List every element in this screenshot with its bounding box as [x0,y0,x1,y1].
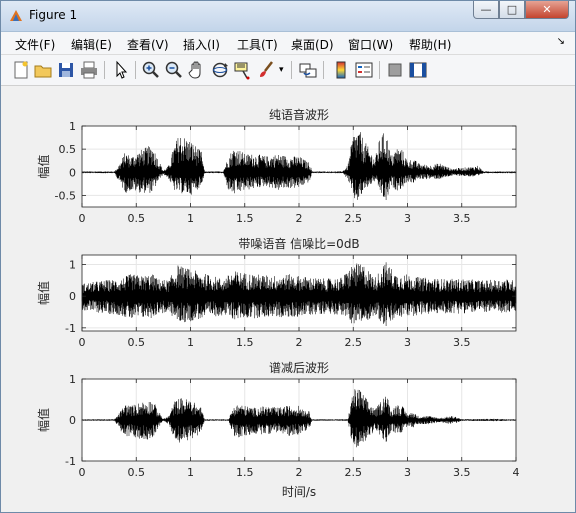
maximize-icon: □ [506,3,518,16]
y-tick-label: -1 [65,322,76,335]
menu-desktop[interactable]: 桌面(D) [291,36,334,53]
y-axis-label: 幅值 [36,281,51,305]
legend-icon[interactable] [354,60,374,80]
y-tick-label: 1 [69,259,76,272]
x-tick-label: 1 [187,212,194,225]
figure-toolbar: ▾ [1,55,575,86]
matlab-figure-icon [10,10,22,21]
y-tick-label: 0.5 [59,143,77,156]
x-tick-label: 2 [296,336,303,349]
menu-help[interactable]: 帮助(H) [409,36,451,53]
window-controls: — □ ✕ [473,1,569,21]
y-tick-label: 0 [69,290,76,303]
show-plot-tools-icon[interactable] [408,60,428,80]
x-tick-label: 3 [404,212,411,225]
menu-bar: 文件(F) 编辑(E) 查看(V) 插入(I) 工具(T) 桌面(D) 窗口(W… [1,32,575,55]
axes-title-2: 带噪语音 信噪比=0dB [238,236,359,251]
menu-file[interactable]: 文件(F) [15,36,55,53]
new-figure-icon[interactable] [11,60,31,80]
brush-dropdown-icon[interactable]: ▾ [279,65,284,75]
x-tick-label: 2.5 [345,212,363,225]
x-tick-label: 4 [513,466,520,479]
maximize-button[interactable]: □ [499,1,525,19]
y-tick-label: 1 [69,120,76,133]
y-tick-label: 0 [69,166,76,179]
y-axis-label: 幅值 [36,408,51,432]
x-tick-label: 3.5 [453,212,471,225]
print-icon[interactable] [79,60,99,80]
pointer-icon[interactable] [111,60,131,80]
minimize-button[interactable]: — [473,1,499,19]
plots-svg: 0 0.5 1 1.5 2 2.5 3 3.510.50-0.5纯语音波形幅值0 0.5 1 1.5… [36,107,520,499]
toolbar-separator [135,61,136,79]
menu-edit[interactable]: 编辑(E) [71,36,112,53]
menu-tools[interactable]: 工具(T) [237,36,278,53]
rotate-3d-icon[interactable] [210,60,230,80]
x-tick-label: 2.5 [345,466,363,479]
toolbar-separator [379,61,380,79]
y-tick-label: -0.5 [55,189,76,202]
x-tick-label: 2.5 [345,336,363,349]
x-tick-label: 3 [404,336,411,349]
minimize-icon: — [480,3,492,16]
toolbar-separator [104,61,105,79]
x-tick-label: 1.5 [236,466,254,479]
brush-icon[interactable] [256,60,276,80]
x-tick-label: 3 [404,466,411,479]
x-tick-label: 0 [79,466,86,479]
close-button[interactable]: ✕ [525,1,569,19]
pan-icon[interactable] [187,60,207,80]
y-tick-label: 1 [69,373,76,386]
axes-title-3: 谱减后波形 [269,361,329,375]
menu-insert[interactable]: 插入(I) [183,36,220,53]
x-tick-label: 3.5 [453,466,471,479]
x-tick-label: 3.5 [453,336,471,349]
open-file-icon[interactable] [33,60,53,80]
x-tick-label: 1 [187,336,194,349]
window-title: Figure 1 [29,8,78,22]
x-tick-label: 1.5 [236,212,254,225]
zoom-out-icon[interactable] [164,60,184,80]
close-icon: ✕ [542,3,552,16]
hide-plot-tools-icon[interactable] [385,60,405,80]
menu-window[interactable]: 窗口(W) [348,36,393,53]
data-cursor-icon[interactable] [233,60,253,80]
x-axis-label: 时间/s [282,485,316,499]
zoom-in-icon[interactable] [141,60,161,80]
x-tick-label: 1 [187,466,194,479]
menu-view[interactable]: 查看(V) [127,36,169,53]
x-tick-label: 1.5 [236,336,254,349]
x-tick-label: 0.5 [128,466,146,479]
y-axis-label: 幅值 [36,154,51,178]
menubar-dock-arrow-icon[interactable]: ↘ [557,36,565,47]
title-bar[interactable]: Figure 1 — □ ✕ [1,1,575,32]
x-tick-label: 0.5 [128,212,146,225]
figure-window: Figure 1 — □ ✕ 文件(F) 编辑(E) 查看(V) 插入(I) 工… [0,0,576,513]
save-icon[interactable] [56,60,76,80]
axes-title-1: 纯语音波形 [269,107,329,122]
link-plot-icon[interactable] [298,60,318,80]
x-tick-label: 2 [296,466,303,479]
x-tick-label: 0 [79,336,86,349]
x-tick-label: 0.5 [128,336,146,349]
figure-canvas: 0 0.5 1 1.5 2 2.5 3 3.5 1 0.5 0 -0.5 纯语音波形 幅值 0 0.5 1 1.5… [9,89,569,507]
toolbar-separator [291,61,292,79]
x-tick-label: 0 [79,212,86,225]
y-tick-label: 0 [69,414,76,427]
colorbar-icon[interactable] [331,60,351,80]
y-tick-label: -1 [65,455,76,468]
toolbar-separator [323,61,324,79]
x-tick-label: 2 [296,212,303,225]
